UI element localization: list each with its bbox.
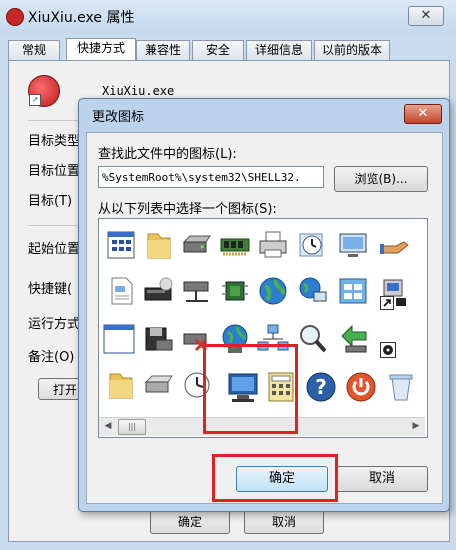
properties-cancel-button[interactable]: 取消 bbox=[244, 510, 324, 534]
folder-icon[interactable] bbox=[104, 368, 138, 402]
cd-drive-icon[interactable] bbox=[142, 274, 176, 308]
folder-icon[interactable] bbox=[142, 228, 176, 262]
open-file-location-button[interactable]: 打开 bbox=[38, 378, 82, 400]
scroll-thumb[interactable]: ||| bbox=[118, 419, 146, 435]
shortcut-arrow-icon bbox=[380, 296, 394, 310]
tab-general[interactable]: 常规 bbox=[8, 40, 60, 60]
label-target: 目标(T) bbox=[28, 194, 73, 209]
chip-icon[interactable] bbox=[218, 274, 252, 308]
network-drive-icon[interactable] bbox=[180, 274, 214, 308]
tab-compatibility[interactable]: 兼容性 bbox=[136, 40, 190, 60]
scroll-right-arrow-icon[interactable]: ▶ bbox=[409, 419, 423, 433]
select-icon-label: 从以下列表中选择一个图标(S): bbox=[98, 202, 277, 217]
file-name: XiuXiu.exe bbox=[102, 84, 175, 98]
app-icon bbox=[6, 8, 24, 26]
label-target-location: 目标位置 bbox=[28, 164, 81, 179]
clock-icon[interactable] bbox=[296, 228, 330, 262]
green-arrow-icon[interactable] bbox=[338, 322, 372, 356]
scroll-left-arrow-icon[interactable]: ◀ bbox=[101, 419, 115, 433]
label-target-type: 目标类型 bbox=[28, 134, 81, 149]
printer-icon[interactable] bbox=[256, 228, 290, 262]
magnifier-icon[interactable] bbox=[296, 322, 330, 356]
properties-window-title: XiuXiu.exe 属性 bbox=[28, 10, 135, 26]
document-icon[interactable] bbox=[104, 274, 138, 308]
browse-button[interactable]: 浏览(B)... bbox=[334, 166, 428, 192]
globe-icon[interactable] bbox=[256, 274, 290, 308]
tab-shortcut[interactable]: 快捷方式 bbox=[66, 38, 136, 61]
drive-icon[interactable] bbox=[180, 228, 214, 262]
ok-button-highlight bbox=[212, 454, 338, 502]
memory-chip-icon[interactable] bbox=[218, 228, 252, 262]
control-panel-icon[interactable] bbox=[336, 274, 370, 308]
recycle-bin-icon[interactable] bbox=[384, 370, 418, 404]
label-run: 运行方式 bbox=[28, 317, 81, 332]
selected-icon-highlight bbox=[203, 344, 298, 434]
divider bbox=[28, 225, 78, 226]
label-shortcut-key: 快捷键( bbox=[28, 282, 73, 297]
label-comment: 备注(O) bbox=[28, 350, 75, 365]
drive-icon[interactable] bbox=[142, 368, 176, 402]
shortcut-arrow-icon: ↗ bbox=[29, 94, 41, 106]
power-icon[interactable] bbox=[344, 370, 378, 404]
properties-ok-button[interactable]: 确定 bbox=[150, 510, 230, 534]
search-icons-label: 查找此文件中的图标(L): bbox=[98, 147, 237, 162]
properties-close-button[interactable]: ✕ bbox=[408, 6, 444, 26]
label-start-in: 起始位置 bbox=[28, 242, 81, 257]
network-globe-icon[interactable] bbox=[296, 274, 330, 308]
tab-previous-versions[interactable]: 以前的版本 bbox=[314, 40, 390, 60]
hand-share-icon[interactable] bbox=[378, 228, 412, 262]
dialog-title: 更改图标 bbox=[92, 110, 145, 125]
floppy-icon[interactable] bbox=[142, 322, 176, 356]
tab-details[interactable]: 详细信息 bbox=[246, 40, 312, 60]
tab-security[interactable]: 安全 bbox=[192, 40, 244, 60]
xiuxiu-app-icon: ↗ bbox=[28, 75, 60, 107]
dialog-close-button[interactable]: ✕ bbox=[404, 104, 442, 124]
blank-window-icon[interactable] bbox=[102, 322, 136, 356]
help-icon[interactable]: ? bbox=[304, 370, 338, 404]
icon-file-path-input[interactable]: %SystemRoot%\system32\SHELL32. bbox=[98, 166, 324, 188]
window-list-icon[interactable] bbox=[104, 228, 138, 262]
svg-text:?: ? bbox=[315, 375, 327, 399]
dialog-cancel-button[interactable]: 取消 bbox=[336, 466, 428, 492]
small-disc-icon[interactable] bbox=[380, 342, 396, 358]
display-icon[interactable] bbox=[336, 228, 370, 262]
divider bbox=[28, 120, 78, 121]
